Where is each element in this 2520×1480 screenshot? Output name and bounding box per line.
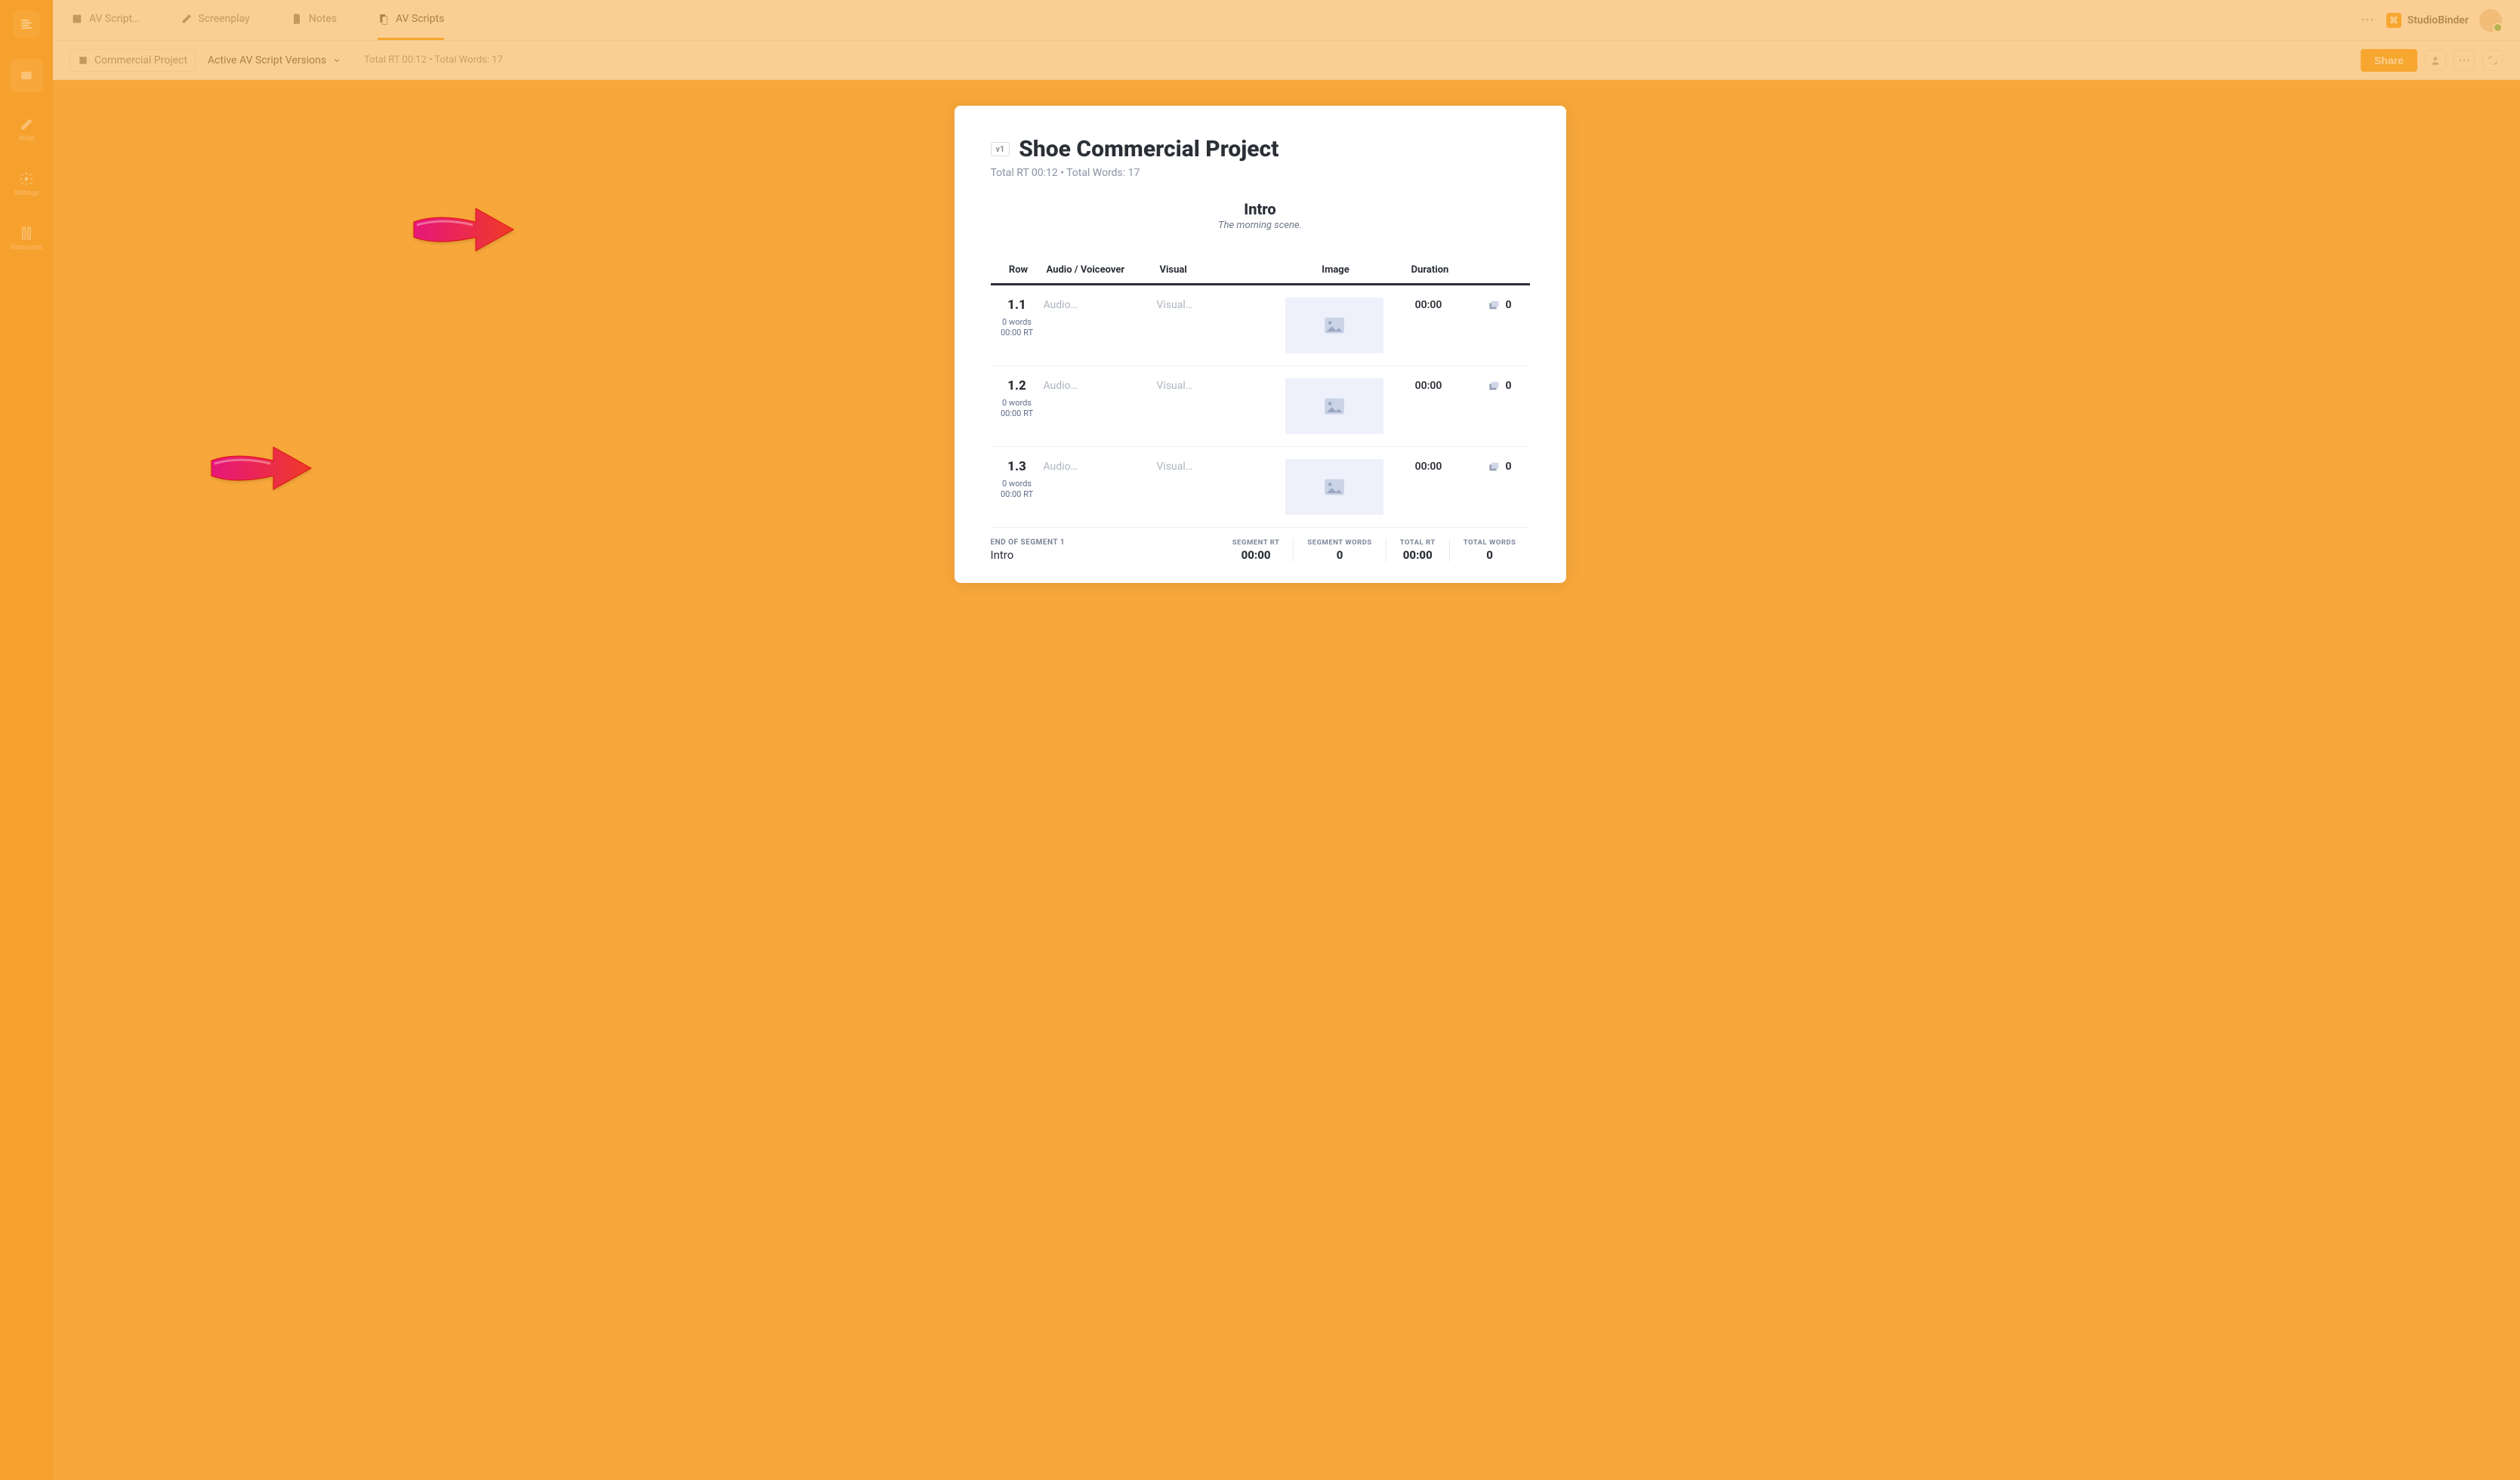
rail-project[interactable]: [10, 59, 43, 92]
stat-value: 00:00: [1400, 548, 1436, 562]
more-icon[interactable]: ⋯: [2361, 12, 2376, 28]
image-placeholder-icon: [1324, 316, 1345, 335]
row-words: 0 words: [991, 479, 1044, 489]
audio-cell[interactable]: Audio…: [1044, 378, 1157, 392]
tab-label: Screenplay: [199, 13, 250, 25]
row-rt: 00:00 RT: [991, 489, 1044, 500]
duration-cell[interactable]: 00:00: [1391, 298, 1467, 311]
stat-value: 00:00: [1232, 548, 1280, 562]
tab-av-script[interactable]: AV Script…: [71, 0, 140, 40]
end-label: END OF SEGMENT 1: [991, 538, 1219, 547]
table-row: 1.2 0 words 00:00 RT Audio… Visual… 00:0…: [991, 366, 1530, 447]
stat-value: 0: [1464, 548, 1516, 562]
document-card: v1 Shoe Commercial Project Total RT 00:1…: [955, 106, 1566, 583]
stack-icon: [1488, 461, 1501, 472]
subbar: Commercial Project Active AV Script Vers…: [53, 41, 2520, 80]
table-header: Row Audio / Voiceover Visual Image Durat…: [991, 258, 1530, 285]
left-rail: Write Settings Resources: [0, 0, 53, 1480]
totals-inline: Total RT 00:12 • Total Words: 17: [364, 54, 503, 66]
stat-label: TOTAL WORDS: [1464, 538, 1516, 547]
asset-count[interactable]: 0: [1467, 459, 1512, 473]
breadcrumb-label: Commercial Project: [94, 54, 187, 66]
table-row: 1.1 0 words 00:00 RT Audio… Visual… 00:0…: [991, 285, 1530, 366]
image-placeholder-icon: [1324, 397, 1345, 415]
brand-logo-icon[interactable]: [13, 11, 40, 38]
breadcrumb[interactable]: Commercial Project: [69, 49, 196, 72]
row-number: 1.3: [991, 459, 1044, 474]
col-row: Row: [991, 264, 1044, 276]
topbar: AV Script… Screenplay Notes AV Scripts ⋯…: [53, 0, 2520, 41]
callout-arrow-icon: [205, 438, 319, 501]
tab-av-scripts[interactable]: AV Scripts: [378, 0, 444, 40]
tab-screenplay[interactable]: Screenplay: [180, 0, 250, 40]
user-avatar[interactable]: [2479, 9, 2502, 32]
callout-arrow-icon: [408, 199, 521, 263]
image-placeholder-icon: [1324, 478, 1345, 496]
visual-cell[interactable]: Visual…: [1157, 459, 1278, 473]
asset-count[interactable]: 0: [1467, 298, 1512, 311]
row-number: 1.1: [991, 298, 1044, 313]
col-image: Image: [1278, 264, 1391, 276]
stat-value: 0: [1307, 548, 1371, 562]
brand-name: StudioBinder: [2407, 14, 2469, 26]
tab-notes[interactable]: Notes: [291, 0, 337, 40]
duration-cell[interactable]: 00:00: [1391, 459, 1467, 473]
chevron-down-icon: [332, 56, 341, 65]
rail-resources[interactable]: Resources: [10, 222, 43, 255]
user-icon-button[interactable]: [2425, 50, 2446, 71]
section-title[interactable]: Intro: [991, 200, 1530, 218]
col-duration: Duration: [1391, 264, 1467, 276]
image-cell[interactable]: [1285, 378, 1383, 434]
tab-label: AV Script…: [89, 13, 140, 25]
visual-cell[interactable]: Visual…: [1157, 378, 1278, 392]
visual-cell[interactable]: Visual…: [1157, 298, 1278, 311]
version-badge: v1: [991, 142, 1010, 156]
section-description[interactable]: The morning scene.: [991, 220, 1530, 231]
tab-label: Notes: [309, 13, 337, 25]
audio-cell[interactable]: Audio…: [1044, 298, 1157, 311]
col-visual: Visual: [1157, 264, 1278, 276]
version-dropdown[interactable]: Active AV Script Versions: [208, 54, 341, 66]
stack-icon: [1488, 300, 1501, 310]
brand-link[interactable]: ⌘ StudioBinder: [2386, 13, 2469, 28]
more-icon-button[interactable]: ⋯: [2454, 50, 2475, 71]
audio-cell[interactable]: Audio…: [1044, 459, 1157, 473]
row-words: 0 words: [991, 317, 1044, 328]
segment-footer: END OF SEGMENT 1 Intro SEGMENT RT 00:00 …: [991, 528, 1530, 562]
duration-cell[interactable]: 00:00: [1391, 378, 1467, 392]
image-cell[interactable]: [1285, 459, 1383, 515]
end-value: Intro: [991, 548, 1219, 562]
brand-square-icon: ⌘: [2386, 13, 2401, 28]
document-title: Shoe Commercial Project: [1019, 136, 1279, 162]
rail-settings[interactable]: Settings: [10, 168, 43, 201]
stack-icon: [1488, 381, 1501, 391]
row-number: 1.2: [991, 378, 1044, 393]
col-audio: Audio / Voiceover: [1044, 264, 1157, 276]
document-subtitle: Total RT 00:12 • Total Words: 17: [991, 167, 1530, 179]
tab-label: AV Scripts: [396, 13, 444, 25]
rail-write[interactable]: Write: [10, 113, 43, 146]
row-words: 0 words: [991, 398, 1044, 409]
row-rt: 00:00 RT: [991, 409, 1044, 419]
expand-icon-button[interactable]: [2482, 50, 2503, 71]
dropdown-label: Active AV Script Versions: [208, 54, 326, 66]
stat-label: SEGMENT RT: [1232, 538, 1280, 547]
image-cell[interactable]: [1285, 298, 1383, 353]
row-rt: 00:00 RT: [991, 328, 1044, 338]
table-row: 1.3 0 words 00:00 RT Audio… Visual… 00:0…: [991, 447, 1530, 528]
stat-label: TOTAL RT: [1400, 538, 1436, 547]
asset-count[interactable]: 0: [1467, 378, 1512, 392]
share-button[interactable]: Share: [2361, 49, 2417, 72]
stat-label: SEGMENT WORDS: [1307, 538, 1371, 547]
